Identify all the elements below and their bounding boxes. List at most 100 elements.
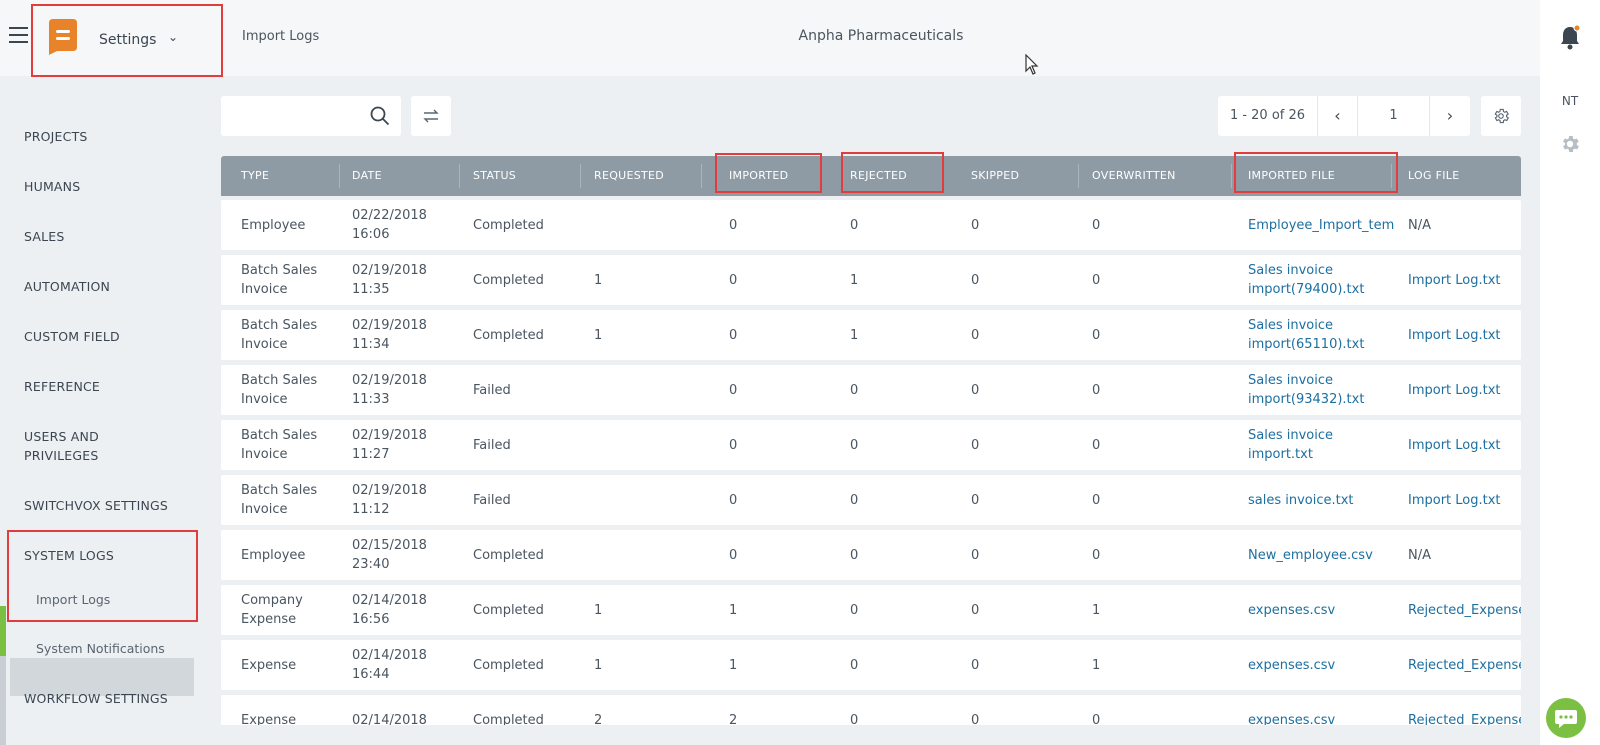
table-row[interactable]: Batch Sales Invoice 02/19/2018 11:12 Faile… — [221, 475, 1521, 525]
sidebar-item-automation[interactable]: AUTOMATION — [24, 277, 110, 296]
cell-requested — [594, 475, 704, 525]
table-row[interactable]: Expense 02/14/2018 16:44 Completed 1 1 0 0 1 exp… — [221, 640, 1521, 690]
cell-type: Batch Sales Invoice — [241, 373, 318, 407]
cell-imported-file[interactable]: sales invoice.txt — [1248, 475, 1398, 525]
cell-overwritten: 0 — [1092, 272, 1101, 288]
cell-type: Batch Sales Invoice — [241, 318, 318, 352]
chat-icon — [1555, 710, 1577, 728]
chat-button[interactable] — [1546, 698, 1586, 738]
cell-imported-file[interactable]: Employee_Import_tem — [1248, 200, 1398, 250]
column-divider — [1078, 164, 1079, 188]
cell-rejected: 0 — [850, 712, 859, 726]
cell-type: Expense — [241, 657, 297, 673]
cell-log-file: N/A — [1408, 547, 1431, 563]
sidebar-item-projects[interactable]: PROJECTS — [24, 127, 88, 146]
cell-overwritten: 0 — [1092, 547, 1101, 563]
submenu-marker — [0, 656, 6, 745]
cell-log-file[interactable]: Rejected_Expense — [1408, 695, 1521, 726]
pagination-page[interactable]: 1 — [1358, 96, 1430, 136]
search-input[interactable] — [231, 104, 361, 128]
sidebar-item-reference[interactable]: REFERENCE — [24, 377, 100, 396]
cell-imported-file[interactable]: expenses.csv — [1248, 585, 1398, 635]
table-row[interactable]: Company Expense 02/14/2018 16:56 Completed… — [221, 585, 1521, 635]
column-header-requested[interactable]: REQUESTED — [594, 156, 664, 196]
cell-log-file[interactable]: Import Log.txt — [1408, 475, 1521, 525]
column-header-log-file[interactable]: LOG FILE — [1408, 156, 1459, 196]
table-row[interactable]: Employee 02/15/2018 23:40 Completed 0 0 0 0 New… — [221, 530, 1521, 580]
sidebar-subitem-system-notifications[interactable]: System Notifications — [36, 641, 165, 656]
column-header-type[interactable]: TYPE — [241, 156, 269, 196]
highlight-imported-file-column — [1234, 152, 1398, 193]
chevron-right-icon[interactable]: › — [1430, 96, 1470, 136]
cell-skipped: 0 — [971, 602, 980, 618]
cell-imported-file[interactable]: Sales invoice import(65110).txt — [1248, 310, 1398, 360]
cell-imported-file[interactable]: expenses.csv — [1248, 640, 1398, 690]
cell-rejected: 1 — [850, 327, 859, 343]
pagination-range: 1 - 20 of 26 — [1218, 96, 1318, 136]
cell-log-file: N/A — [1408, 217, 1431, 233]
search-icon[interactable] — [370, 106, 390, 126]
breadcrumb[interactable]: Import Logs — [242, 29, 319, 44]
cell-imported-file[interactable]: New_employee.csv — [1248, 530, 1398, 580]
bell-icon[interactable] — [1559, 24, 1581, 50]
cell-requested — [594, 420, 704, 470]
cell-rejected: 0 — [850, 657, 859, 673]
cell-overwritten: 1 — [1092, 602, 1101, 618]
cell-type: Employee — [241, 217, 306, 233]
cell-log-file[interactable]: Import Log.txt — [1408, 420, 1521, 470]
cell-imported-file[interactable]: Sales invoice import(79400).txt — [1248, 255, 1398, 305]
table-row[interactable]: Batch Sales Invoice 02/19/2018 11:35 Compl… — [221, 255, 1521, 305]
column-header-status[interactable]: STATUS — [473, 156, 516, 196]
sidebar-item-workflow-settings[interactable]: WORKFLOW SETTINGS — [24, 689, 168, 708]
organization-name: Anpha Pharmaceuticals — [798, 28, 964, 44]
table-row[interactable]: Batch Sales Invoice 02/19/2018 11:34 Compl… — [221, 310, 1521, 360]
sidebar-item-sales[interactable]: SALES — [24, 227, 65, 246]
cell-imported-file[interactable]: Sales invoice import.txt — [1248, 420, 1398, 470]
column-header-date[interactable]: DATE — [352, 156, 382, 196]
cell-log-file[interactable]: Rejected_Expense — [1408, 640, 1521, 690]
mouse-cursor — [1025, 54, 1039, 75]
chevron-left-icon[interactable]: ‹ — [1318, 96, 1358, 136]
cell-type: Batch Sales Invoice — [241, 483, 318, 517]
cell-skipped: 0 — [971, 217, 980, 233]
cell-log-file[interactable]: Rejected_Expense — [1408, 585, 1521, 635]
cell-rejected: 0 — [850, 217, 859, 233]
cell-requested: 2 — [594, 712, 603, 726]
user-avatar[interactable]: NT — [1554, 94, 1586, 108]
table-settings-button[interactable] — [1481, 96, 1521, 136]
cell-type: Employee — [241, 547, 306, 563]
cell-imported: 2 — [729, 712, 738, 726]
cell-log-file[interactable]: Import Log.txt — [1408, 310, 1521, 360]
table-row[interactable]: Batch Sales Invoice 02/19/2018 11:33 Faile… — [221, 365, 1521, 415]
column-header-skipped[interactable]: SKIPPED — [971, 156, 1019, 196]
sidebar-item-users-and-privileges[interactable]: USERS AND PRIVILEGES — [24, 427, 144, 465]
gear-icon[interactable] — [1559, 133, 1581, 155]
cell-date: 02/19/2018 11:33 — [352, 373, 427, 407]
cell-rejected: 0 — [850, 437, 859, 453]
cell-imported: 1 — [729, 602, 738, 618]
cell-date: 02/14/2018 16:56 — [352, 593, 427, 627]
table-row[interactable]: Expense 02/14/2018 Completed 2 2 0 0 0 expenses.… — [221, 695, 1521, 725]
table-row[interactable]: Employee 02/22/2018 16:06 Completed 0 0 0 0 Emp… — [221, 200, 1521, 250]
chevron-down-icon: ⌄ — [168, 30, 179, 44]
sidebar-item-humans[interactable]: HUMANS — [24, 177, 80, 196]
table-row[interactable]: Batch Sales Invoice 02/19/2018 11:27 Faile… — [221, 420, 1521, 470]
cell-date: 02/19/2018 11:12 — [352, 483, 427, 517]
cell-log-file[interactable]: Import Log.txt — [1408, 255, 1521, 305]
cell-skipped: 0 — [971, 382, 980, 398]
cell-log-file[interactable]: Import Log.txt — [1408, 365, 1521, 415]
menu-icon[interactable] — [9, 27, 28, 45]
column-header-overwritten[interactable]: OVERWRITTEN — [1092, 156, 1176, 196]
cell-imported-file[interactable]: Sales invoice import(93432).txt — [1248, 365, 1398, 415]
highlight-system-logs — [7, 530, 198, 622]
cell-skipped: 0 — [971, 547, 980, 563]
cell-rejected: 0 — [850, 382, 859, 398]
sidebar-item-custom-field[interactable]: CUSTOM FIELD — [24, 327, 120, 346]
cell-date: 02/22/2018 16:06 — [352, 208, 427, 242]
sidebar-item-switchvox-settings[interactable]: SWITCHVOX SETTINGS — [24, 496, 168, 515]
sidebar: PROJECTS HUMANS SALES AUTOMATION CUSTOM … — [0, 76, 212, 745]
column-divider — [1231, 164, 1232, 188]
swap-button[interactable] — [411, 96, 451, 136]
cell-imported-file[interactable]: expenses.csv — [1248, 695, 1398, 726]
app-switcher[interactable]: Settings ⌄ — [31, 4, 223, 77]
